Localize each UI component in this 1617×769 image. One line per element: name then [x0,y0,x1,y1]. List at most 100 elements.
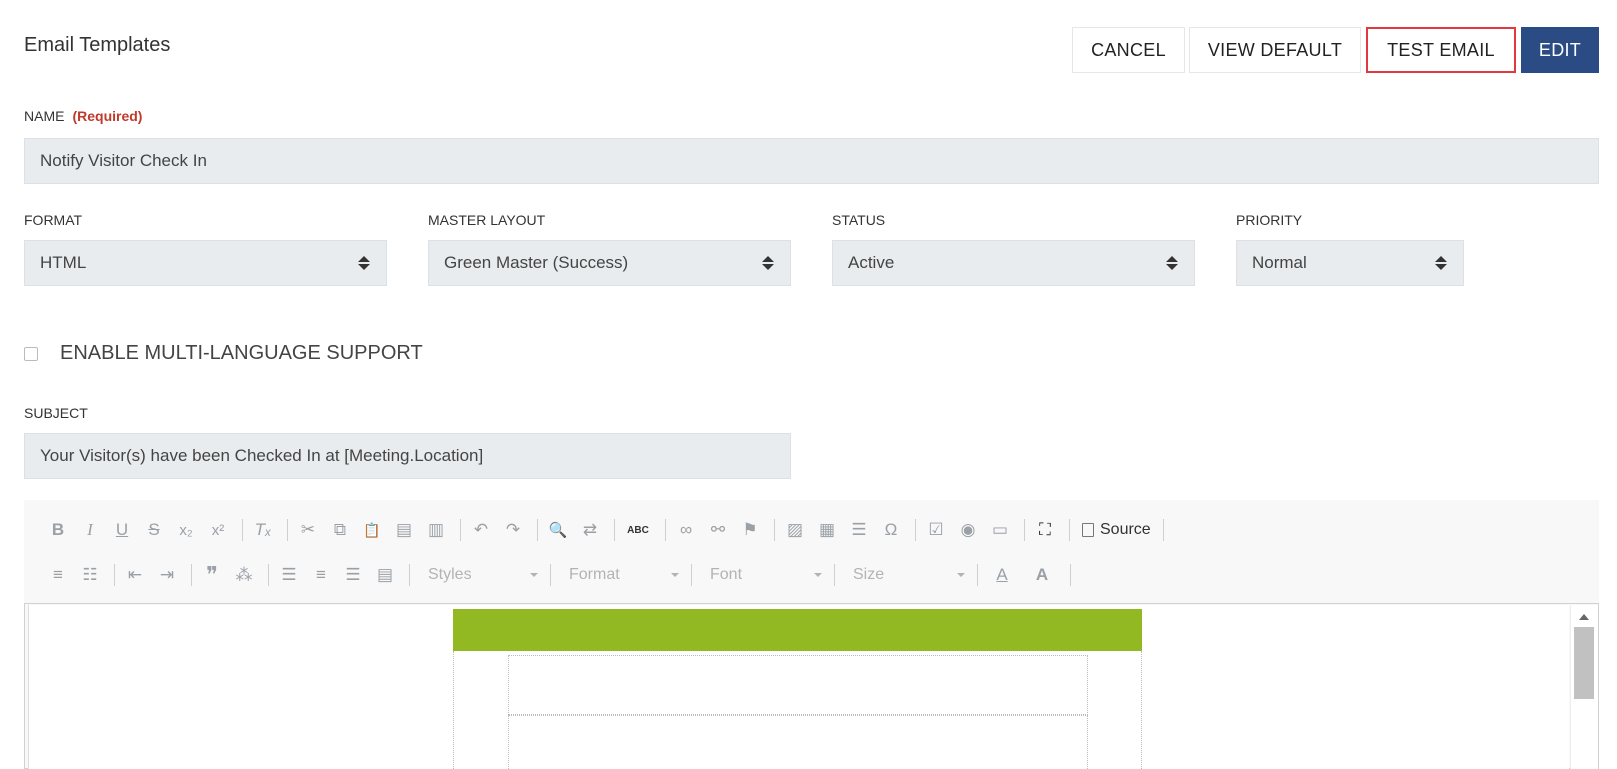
link-icon[interactable]: ∞ [672,516,700,544]
background-color-icon[interactable]: A [1024,561,1060,589]
strikethrough-icon[interactable]: S [140,516,168,544]
priority-select-value: Normal [1252,253,1307,272]
view-default-button[interactable]: VIEW DEFAULT [1189,27,1361,73]
text-color-icon[interactable]: A [984,561,1020,589]
status-select-value: Active [848,253,895,272]
chevron-down-icon [814,573,822,577]
outdent-icon[interactable]: ⇤ [121,561,149,589]
multi-language-checkbox[interactable] [24,347,38,361]
multi-language-label[interactable]: ENABLE MULTI-LANGUAGE SUPPORT [60,342,423,365]
table-icon[interactable]: ▦ [813,516,841,544]
chevron-down-icon [671,573,679,577]
copy-icon[interactable]: ⧉ [326,516,354,544]
master-layout-select-value: Green Master (Success) [444,253,629,272]
toolbar-separator [665,519,666,541]
underline-icon[interactable]: U [108,516,136,544]
chevron-down-icon [530,573,538,577]
anchor-icon[interactable]: ⚑ [736,516,764,544]
align-center-icon[interactable]: ≡ [307,561,335,589]
master-layout-label: MASTER LAYOUT [428,212,546,228]
name-input[interactable]: Notify Visitor Check In [24,138,1599,184]
edit-button[interactable]: EDIT [1521,27,1599,73]
template-content-block[interactable] [508,715,1088,769]
subscript-icon[interactable]: x₂ [172,516,200,544]
subject-input[interactable]: Your Visitor(s) have been Checked In at … [24,433,791,479]
priority-select[interactable]: Normal [1236,240,1464,286]
template-header-bar [453,609,1142,651]
italic-icon[interactable]: I [76,516,104,544]
format-dropdown-label: Format [569,566,620,583]
toolbar-separator [691,564,692,586]
bold-icon[interactable]: B [44,516,72,544]
toolbar-separator [460,519,461,541]
align-right-icon[interactable]: ☰ [339,561,367,589]
redo-icon[interactable]: ↷ [499,516,527,544]
editor-toolbar: B I U S x₂ x² Tₓ ✂ ⧉ 📋 ▤ ▥ ↶ ↷ 🔍 ⇄ ABC ∞… [24,500,1599,604]
toolbar-separator [834,564,835,586]
toolbar-separator [1162,519,1164,541]
format-label: FORMAT [24,212,83,228]
styles-dropdown[interactable]: Styles [416,562,544,588]
status-label: STATUS [832,212,886,228]
horizontal-line-icon[interactable]: ☰ [845,516,873,544]
toolbar-separator [287,519,288,541]
font-dropdown-label: Font [710,566,743,583]
name-label: NAME [24,108,65,124]
sort-caret-icon [1166,256,1178,270]
toolbar-separator [114,564,115,586]
toolbar-row-1: B I U S x₂ x² Tₓ ✂ ⧉ 📋 ▤ ▥ ↶ ↷ 🔍 ⇄ ABC ∞… [44,515,1170,545]
size-dropdown[interactable]: Size [841,562,971,588]
scrollbar-thumb[interactable] [1574,627,1594,699]
source-icon [1082,523,1094,537]
justify-icon[interactable]: ▤ [371,561,399,589]
scroll-up-icon[interactable] [1579,614,1589,620]
image-icon[interactable]: ▨ [781,516,809,544]
replace-icon[interactable]: ⇄ [576,516,604,544]
maximize-icon[interactable]: ⛶ [1031,516,1059,544]
toolbar-row-2: ≡ ☷ ⇤ ⇥ ❞ ⁂ ☰ ≡ ☰ ▤ Styles Format Font S… [44,560,1077,590]
toolbar-separator [550,564,551,586]
cancel-button[interactable]: CANCEL [1072,27,1185,73]
status-select[interactable]: Active [832,240,1195,286]
special-char-icon[interactable]: Ω [877,516,905,544]
toolbar-separator [1024,519,1025,541]
toolbar-separator [1070,564,1071,586]
page-title: Email Templates [24,34,171,56]
toolbar-separator [614,519,615,541]
format-dropdown[interactable]: Format [557,562,685,588]
spellcheck-icon[interactable]: ABC [621,516,655,544]
unlink-icon[interactable]: ⚯ [704,516,732,544]
toolbar-separator [977,564,978,586]
source-label: Source [1100,521,1151,538]
cut-icon[interactable]: ✂ [294,516,322,544]
source-button[interactable]: Source [1076,521,1157,539]
toolbar-separator [537,519,538,541]
chevron-down-icon [957,573,965,577]
paste-text-icon[interactable]: ▤ [390,516,418,544]
toolbar-separator [268,564,269,586]
radio-icon[interactable]: ◉ [954,516,982,544]
find-icon[interactable]: 🔍 [544,516,572,544]
paste-icon[interactable]: 📋 [358,516,386,544]
toolbar-separator [1069,519,1070,541]
template-content-block[interactable] [508,655,1088,715]
sort-caret-icon [358,256,370,270]
div-container-icon[interactable]: ⁂ [230,561,258,589]
checkbox-icon[interactable]: ☑ [922,516,950,544]
textfield-icon[interactable]: ▭ [986,516,1014,544]
undo-icon[interactable]: ↶ [467,516,495,544]
blockquote-icon[interactable]: ❞ [198,561,226,589]
remove-format-icon[interactable]: Tₓ [249,516,277,544]
align-left-icon[interactable]: ☰ [275,561,303,589]
master-layout-select[interactable]: Green Master (Success) [428,240,791,286]
indent-icon[interactable]: ⇥ [153,561,181,589]
paste-word-icon[interactable]: ▥ [422,516,450,544]
test-email-button[interactable]: TEST EMAIL [1366,27,1516,73]
font-dropdown[interactable]: Font [698,562,828,588]
bulleted-list-icon[interactable]: ☷ [76,561,104,589]
superscript-icon[interactable]: x² [204,516,232,544]
sort-caret-icon [1435,256,1447,270]
numbered-list-icon[interactable]: ≡ [44,561,72,589]
format-select[interactable]: HTML [24,240,387,286]
format-select-value: HTML [40,253,87,272]
